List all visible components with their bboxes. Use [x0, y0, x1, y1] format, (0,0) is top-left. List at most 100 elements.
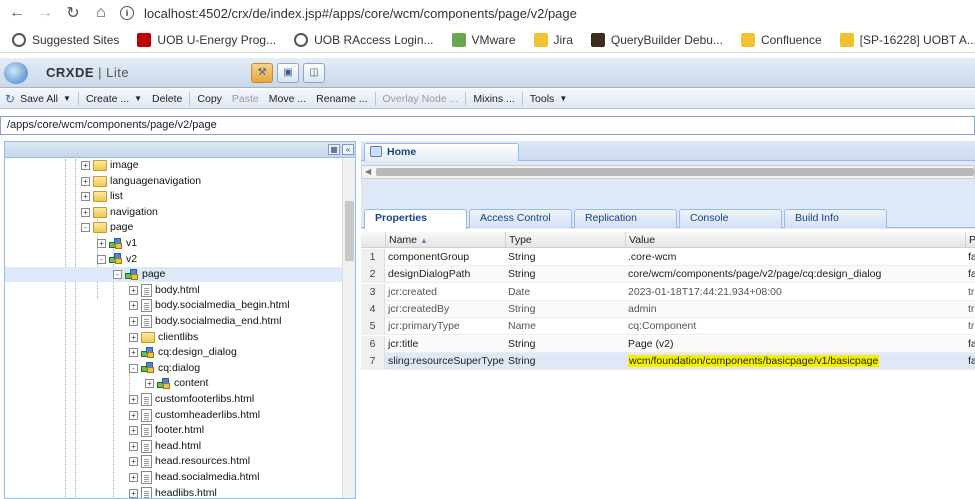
tree-node[interactable]: + customfooterlibs.html	[129, 392, 254, 407]
property-value[interactable]: .core-wcm	[625, 249, 965, 266]
tree-expand-toggle-icon[interactable]: -	[81, 223, 90, 233]
info-icon[interactable]: i	[120, 6, 134, 20]
tab-access-control[interactable]: Access Control	[469, 209, 572, 228]
property-protected-flag[interactable]: tr	[965, 301, 975, 318]
tree-node[interactable]: - cq:dialog	[129, 361, 200, 376]
tab-properties[interactable]: Properties	[364, 209, 467, 229]
tree-node[interactable]: - page	[5, 267, 343, 283]
property-value[interactable]: Page (v2)	[625, 336, 965, 353]
tree-expand-toggle-icon[interactable]: +	[81, 207, 90, 217]
property-type[interactable]: Name	[505, 318, 625, 335]
tree-node[interactable]: - v2	[97, 252, 137, 267]
delete-button[interactable]: Delete	[147, 93, 187, 105]
tree-expand-toggle-icon[interactable]: +	[129, 395, 138, 404]
editor-horizontal-scrollbar[interactable]: ◀	[361, 165, 975, 179]
collapse-panel-icon[interactable]: «	[342, 144, 354, 155]
property-type[interactable]: String	[505, 353, 625, 370]
bookmark-item[interactable]: Confluence	[740, 32, 822, 47]
column-header-protected[interactable]: P	[965, 232, 975, 248]
property-type[interactable]: Date	[505, 284, 625, 301]
property-name[interactable]: jcr:primaryType	[385, 318, 505, 335]
tree-scrollbar[interactable]	[342, 159, 355, 498]
bookmark-item[interactable]: QueryBuilder Debu...	[590, 32, 723, 47]
address-bar[interactable]: i localhost:4502/crx/de/index.jsp#/apps/…	[120, 6, 577, 21]
property-name[interactable]: sling:resourceSuperType	[385, 353, 505, 370]
create-dropdown-icon[interactable]: ▼	[134, 94, 147, 103]
tree-node[interactable]: + body.socialmedia_end.html	[129, 314, 281, 329]
tree-node[interactable]: + navigation	[81, 205, 158, 220]
property-row[interactable]: 1 componentGroup String .core-wcm fa	[361, 249, 975, 266]
tree-node[interactable]: + customheaderlibs.html	[129, 408, 260, 423]
tree-node[interactable]: + content	[145, 376, 208, 391]
property-protected-flag[interactable]: fa	[965, 266, 975, 283]
property-row[interactable]: 7 sling:resourceSuperType String wcm/founda…	[361, 352, 975, 370]
tree-node[interactable]: + clientlibs	[129, 330, 198, 345]
tree-options-icon[interactable]: ▦	[328, 144, 340, 155]
property-type[interactable]: String	[505, 266, 625, 283]
bookmark-item[interactable]: UOB RAccess Login...	[294, 32, 434, 47]
bookmark-item[interactable]: [SP-16228] UOBT A...	[839, 32, 975, 47]
tree-node[interactable]: + body.socialmedia_begin.html	[129, 298, 290, 313]
tree-expand-toggle-icon[interactable]: +	[129, 301, 138, 311]
tree-expand-toggle-icon[interactable]: +	[129, 473, 138, 482]
property-row[interactable]: 3 jcr:created Date 2023-01-18T17:44:21.934+…	[361, 283, 975, 301]
property-type[interactable]: String	[505, 301, 625, 318]
property-row[interactable]: 6 jcr:title String Page (v2) fa	[361, 335, 975, 353]
column-header-value[interactable]: Value	[625, 232, 965, 248]
save-all-dropdown-icon[interactable]: ▼	[63, 94, 76, 103]
tree-expand-toggle-icon[interactable]: +	[129, 457, 138, 467]
property-value[interactable]: admin	[625, 301, 965, 318]
tree-expand-toggle-icon[interactable]: +	[129, 317, 138, 326]
mixins-button[interactable]: Mixins ...	[468, 93, 519, 105]
bookmark-item[interactable]: Jira	[533, 32, 573, 47]
property-type[interactable]: String	[505, 249, 625, 266]
tree-expand-toggle-icon[interactable]: +	[145, 379, 154, 389]
property-name[interactable]: jcr:title	[385, 336, 505, 353]
property-protected-flag[interactable]: tr	[965, 318, 975, 335]
crxde-tools-icon[interactable]: ⚒	[251, 62, 274, 83]
tree-expand-toggle-icon[interactable]: +	[129, 410, 138, 420]
tree-expand-toggle-icon[interactable]: -	[113, 270, 122, 280]
overlay-node-button[interactable]: Overlay Node ...	[378, 93, 464, 105]
property-row[interactable]: 5 jcr:primaryType Name cq:Component tr	[361, 318, 975, 336]
tree-node[interactable]: + languagenavigation	[81, 174, 201, 189]
tree-node[interactable]: + head.resources.html	[129, 454, 250, 469]
editor-scroll-thumb[interactable]	[376, 168, 974, 176]
column-header-name[interactable]: Name ▲	[385, 232, 505, 248]
tree-expand-toggle-icon[interactable]: +	[81, 192, 90, 202]
tools-dropdown-icon[interactable]: ▼	[559, 94, 572, 103]
back-arrow-icon[interactable]: ←	[6, 2, 28, 24]
scroll-left-icon[interactable]: ◀	[365, 167, 371, 176]
tab-home[interactable]: Home	[364, 143, 519, 161]
property-row[interactable]: 4 jcr:createdBy String admin tr	[361, 300, 975, 318]
tree-expand-toggle-icon[interactable]: +	[97, 239, 106, 248]
tree-expand-toggle-icon[interactable]: +	[129, 441, 138, 451]
property-row[interactable]: 2 designDialogPath String core/wcm/componen…	[361, 266, 975, 284]
tree-scroll-thumb[interactable]	[345, 201, 354, 261]
tree-expand-toggle-icon[interactable]: +	[129, 488, 138, 498]
path-input[interactable]: /apps/core/wcm/components/page/v2/page	[0, 116, 975, 135]
tools-button[interactable]: Tools	[525, 93, 560, 105]
property-value[interactable]: core/wcm/components/page/v2/page/cq:desi…	[625, 266, 965, 283]
property-protected-flag[interactable]: fa	[965, 249, 975, 266]
tree-node[interactable]: - page	[81, 220, 133, 235]
tree-node[interactable]: + body.html	[129, 283, 200, 298]
property-name[interactable]: jcr:created	[385, 284, 505, 301]
bookmark-item[interactable]: VMware	[451, 32, 516, 47]
paste-button[interactable]: Paste	[227, 93, 264, 105]
package-share-icon[interactable]: ◫	[303, 62, 326, 83]
tree-node[interactable]: + image	[81, 159, 139, 173]
property-value[interactable]: 2023-01-18T17:44:21.934+08:00	[625, 284, 965, 301]
create-button[interactable]: Create ...	[81, 93, 134, 105]
property-type[interactable]: String	[505, 336, 625, 353]
tree-expand-toggle-icon[interactable]: +	[129, 426, 138, 436]
bookmark-item[interactable]: UOB U-Energy Prog...	[137, 32, 276, 47]
tree-node[interactable]: + footer.html	[129, 423, 204, 438]
property-protected-flag[interactable]: fa	[965, 353, 975, 370]
tree-expand-toggle-icon[interactable]: -	[129, 363, 138, 373]
copy-button[interactable]: Copy	[192, 93, 227, 105]
bookmark-item[interactable]: Suggested Sites	[12, 32, 119, 47]
tab-console[interactable]: Console	[679, 209, 782, 228]
package-manager-icon[interactable]: ▣	[277, 62, 300, 83]
property-value[interactable]: wcm/foundation/components/basicpage/v1/b…	[625, 353, 965, 370]
